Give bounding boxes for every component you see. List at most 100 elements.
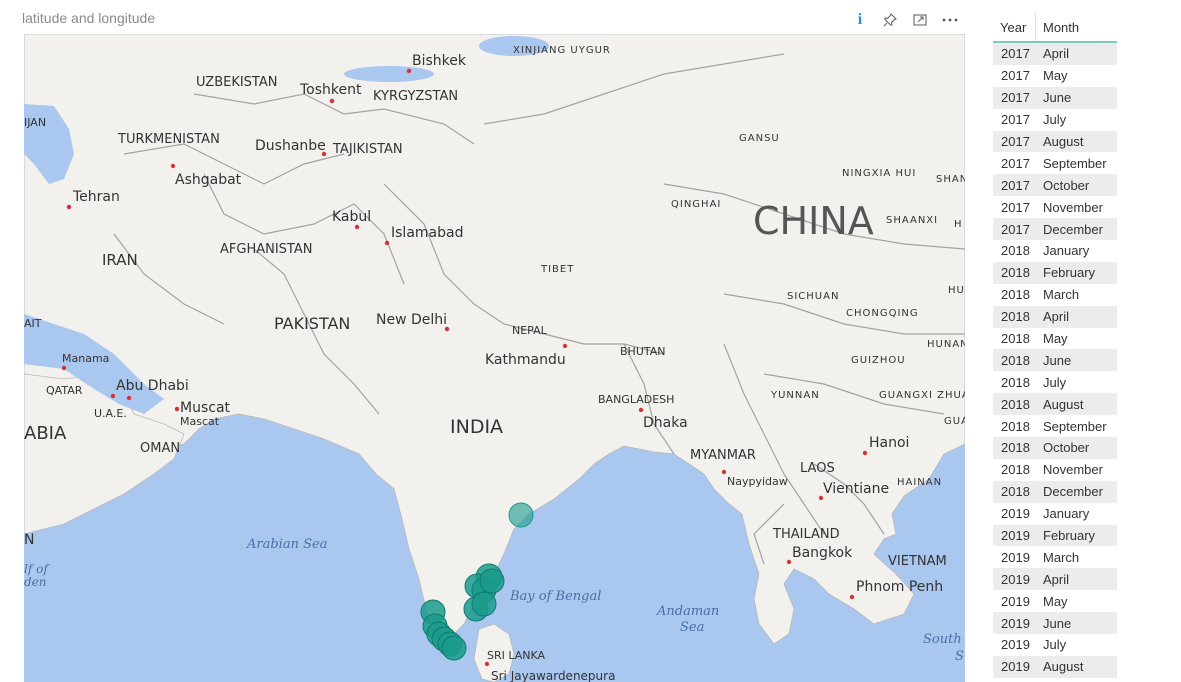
data-bubble[interactable] [441, 635, 467, 661]
city-label: Ashgabat [175, 172, 242, 188]
country-label: LAOS [800, 461, 835, 476]
cell-month: July [1043, 637, 1067, 653]
country-label: THAILAND [772, 527, 840, 542]
country-label: INDIA [450, 416, 503, 438]
country-label: AFGHANISTAN [220, 242, 312, 257]
country-label: AIT [24, 317, 42, 330]
city-label: Abu Dhabi [116, 378, 189, 394]
region-label: GUA [944, 416, 965, 427]
region-label: H [954, 219, 963, 230]
country-label: U.A.E. [94, 407, 127, 420]
sea-label: Arabian Sea [246, 537, 327, 552]
table-row[interactable]: 2019 April [993, 568, 1117, 591]
country-label: KYRGYZSTAN [373, 89, 458, 104]
city-label: Toshkent [299, 82, 362, 98]
table-row[interactable]: 2017 December [993, 218, 1117, 241]
city-label: Islamabad [391, 225, 463, 241]
cell-year: 2018 [1001, 374, 1030, 390]
table-row[interactable]: 2017 April [993, 43, 1117, 65]
table-row[interactable]: 2018 July [993, 371, 1117, 394]
table-row[interactable]: 2018 May [993, 327, 1117, 350]
pin-icon[interactable] [880, 9, 900, 31]
column-header-year[interactable]: Year [993, 13, 1036, 41]
table-row[interactable]: 2019 May [993, 590, 1117, 613]
table-row[interactable]: 2018 December [993, 480, 1117, 503]
cell-month: September [1043, 418, 1107, 434]
year-month-table[interactable]: Year Month 2017 April 2017 May 2017 June 2017 J… [993, 13, 1117, 678]
visual-toolbar: i [850, 8, 960, 32]
country-label: OMAN [140, 441, 180, 456]
cell-month: June [1043, 615, 1072, 631]
cell-month: March [1043, 549, 1080, 565]
table-row[interactable]: 2018 September [993, 415, 1117, 438]
table-row[interactable]: 2019 January [993, 502, 1117, 525]
cell-year: 2018 [1001, 287, 1030, 303]
cell-year: 2018 [1001, 484, 1030, 500]
table-row[interactable]: 2017 May [993, 64, 1117, 87]
focus-mode-icon[interactable] [910, 9, 930, 31]
table-row[interactable]: 2018 October [993, 437, 1117, 459]
table-row[interactable]: 2017 July [993, 108, 1117, 131]
cell-year: 2018 [1001, 243, 1030, 259]
city-label: Manama [62, 352, 109, 365]
data-bubble[interactable] [479, 568, 505, 594]
table-row[interactable]: 2018 February [993, 261, 1117, 284]
cell-month: July [1043, 112, 1067, 128]
table-row[interactable]: 2019 March [993, 546, 1117, 569]
table-row[interactable]: 2017 August [993, 130, 1117, 153]
cell-month: November [1043, 462, 1103, 478]
region-label: CHONGQING [846, 308, 919, 319]
cell-year: 2018 [1001, 440, 1030, 456]
table-row[interactable]: 2017 November [993, 196, 1117, 219]
cell-month: December [1043, 221, 1103, 237]
table-row[interactable]: 2019 February [993, 524, 1117, 547]
country-label: UZBEKISTAN [196, 75, 278, 90]
city-label: Dhaka [643, 415, 688, 431]
info-icon[interactable]: i [850, 9, 870, 31]
country-label: ABIA [24, 423, 67, 444]
cell-year: 2017 [1001, 134, 1030, 149]
sea-label: Sea [680, 620, 704, 635]
cell-year: 2019 [1001, 637, 1030, 653]
table-row[interactable]: 2018 June [993, 349, 1117, 372]
table-row[interactable]: 2019 July [993, 634, 1117, 656]
cell-month: May [1043, 331, 1068, 347]
city-label: Dushanbe [255, 138, 326, 154]
cell-month: April [1043, 571, 1070, 587]
table-row[interactable]: 2018 August [993, 393, 1117, 416]
sea-label: S [955, 649, 964, 664]
city-label: Muscat [180, 400, 231, 416]
cell-month: June [1043, 352, 1072, 368]
table-row[interactable]: 2018 November [993, 458, 1117, 481]
data-bubble[interactable] [471, 591, 497, 617]
cell-month: January [1043, 506, 1090, 522]
table-row[interactable]: 2019 August [993, 655, 1117, 678]
cell-month: February [1043, 265, 1096, 281]
sea-label: den [24, 575, 47, 589]
table-row[interactable]: 2018 March [993, 283, 1117, 306]
table-row[interactable]: 2018 January [993, 240, 1117, 262]
region-label: QINGHAI [671, 199, 721, 210]
table-row[interactable]: 2017 June [993, 86, 1117, 109]
cell-month: September [1043, 155, 1107, 171]
city-label: Mascat [180, 415, 220, 428]
city-label: Vientiane [823, 481, 889, 497]
data-bubble[interactable] [508, 502, 534, 528]
column-header-month[interactable]: Month [1036, 13, 1079, 41]
city-label: Tehran [72, 189, 120, 205]
table-row[interactable]: 2018 April [993, 305, 1117, 328]
country-label: TURKMENISTAN [117, 132, 220, 147]
more-options-icon[interactable] [940, 9, 960, 31]
table-row[interactable]: 2017 October [993, 174, 1117, 197]
city-label: Sri Jayawardenepura [491, 669, 615, 682]
table-header: Year Month [993, 13, 1117, 43]
sea-label: South [923, 632, 962, 647]
country-label: IJAN [24, 116, 46, 129]
city-label: Kabul [332, 209, 371, 225]
region-label: SICHUAN [787, 291, 839, 302]
cell-year: 2018 [1001, 418, 1030, 434]
map-visual[interactable]: UZBEKISTAN KYRGYZSTAN TURKMENISTAN TAJIK… [24, 34, 965, 682]
cell-month: July [1043, 374, 1067, 390]
table-row[interactable]: 2017 September [993, 152, 1117, 175]
table-row[interactable]: 2019 June [993, 612, 1117, 635]
